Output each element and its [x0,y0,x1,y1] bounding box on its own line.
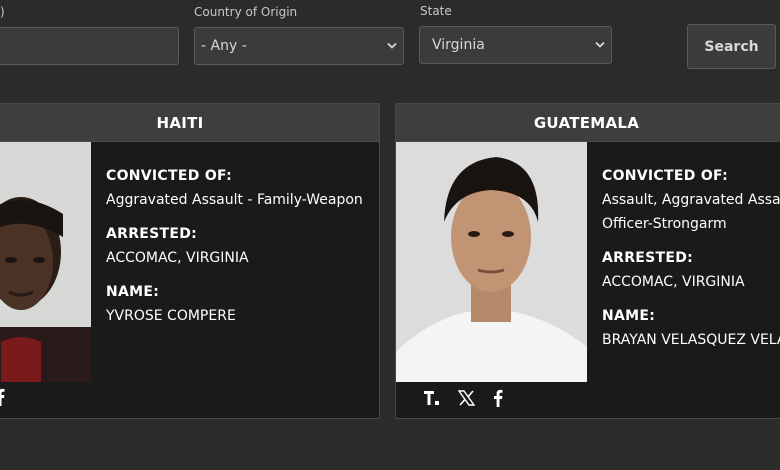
chevron-down-icon [387,42,397,49]
card-country-header: GUATEMALA [396,104,780,142]
convicted-value-line1: Assault, Aggravated Assaul [602,192,780,208]
arrested-value: ACCOMAC, VIRGINIA [602,274,745,290]
detainee-card: GUATEMALA CONVICTED OF: Assault, Aggrava… [395,103,780,419]
country-of-origin-select[interactable]: - Any - [194,27,404,65]
facebook-icon[interactable] [0,388,5,406]
name-value: YVROSE COMPERE [106,308,236,324]
detainee-info: CONVICTED OF: Aggravated Assault - Famil… [106,164,363,328]
state-select-value: Virginia [432,37,485,53]
detainee-info: CONVICTED OF: Assault, Aggravated Assaul… [602,164,780,352]
country-of-origin-label: Country of Origin [194,5,298,19]
search-button[interactable]: Search [687,24,776,69]
arrested-label: ARRESTED: [602,250,694,266]
convicted-value: Aggravated Assault - Family-Weapon [106,192,363,208]
country-select-value: - Any - [201,38,247,54]
arrested-label: ARRESTED: [106,226,198,242]
chevron-down-icon [595,41,605,48]
filter-label-fragment: ) [0,5,5,19]
facebook-icon[interactable] [493,389,503,407]
detainee-card: HAITI CONVICTED OF: Aggravated Assault -… [0,103,380,419]
state-select[interactable]: Virginia [419,26,612,64]
detainee-photo [396,142,587,382]
detainee-photo [0,142,91,382]
name-label: NAME: [106,284,160,300]
x-icon[interactable] [458,390,475,406]
convicted-label: CONVICTED OF: [106,168,233,184]
convicted-value-line2: Officer-Strongarm [602,216,727,232]
card-country-header: HAITI [0,104,379,142]
name-value: BRAYAN VELASQUEZ VELAS [602,332,780,348]
state-label: State [420,4,452,18]
name-search-input[interactable] [0,27,179,65]
social-share [424,389,503,407]
arrested-value: ACCOMAC, VIRGINIA [106,250,249,266]
social-share [0,388,5,406]
convicted-label: CONVICTED OF: [602,168,729,184]
truth-social-icon[interactable] [424,391,440,405]
name-label: NAME: [602,308,656,324]
